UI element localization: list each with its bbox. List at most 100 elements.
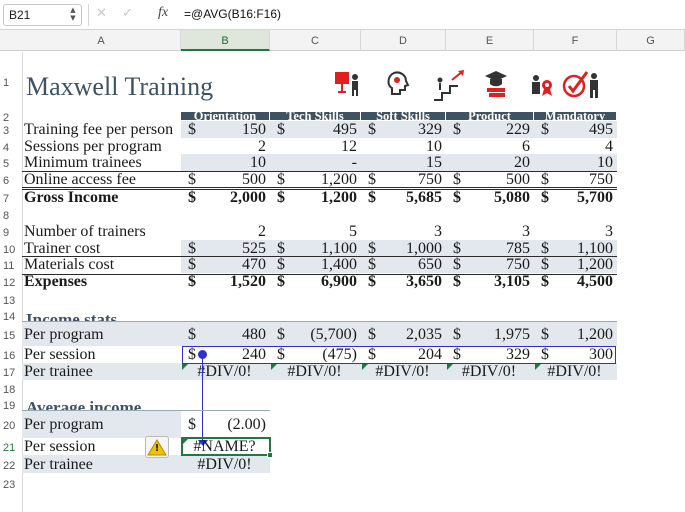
value-cell: 3 [522,223,530,240]
row-label: Training fee per person [24,121,174,138]
underline [22,189,617,190]
value-cell: 1,520 [230,273,266,290]
row-header-13[interactable]: 13 [0,290,22,309]
name-box-stepper-icon[interactable]: ▲ ▼ [68,6,78,24]
value-cell: 5,080 [494,189,530,206]
selected-cell-b21[interactable] [181,437,271,456]
row-header-22[interactable]: 22 [0,455,22,473]
value-cell: 6,900 [321,273,357,290]
row-header-18[interactable]: 18 [0,380,22,397]
error-indicator-icon [182,364,188,370]
value-cell: 10 [426,138,442,155]
value-cell: 1,975 [494,326,530,343]
value-cell: #DIV/0! [287,363,342,380]
program-header: Orientation [181,110,269,122]
row-header-10[interactable]: 10 [0,240,22,256]
error-warning-button[interactable]: ! [145,436,169,458]
insert-function-button[interactable]: fx [158,5,168,21]
value-cell: #DIV/0! [197,456,252,473]
fill-handle[interactable] [267,452,273,458]
value-cell: - [351,154,357,171]
value-cell: #DIV/0! [461,363,517,380]
row-header-8[interactable]: 8 [0,207,22,222]
row-header-5[interactable]: 5 [0,154,22,171]
row-header-11[interactable]: 11 [0,256,22,273]
value-cell: 1,100 [577,240,613,257]
value-cell: 480 [242,326,266,343]
error-indicator-icon [535,364,541,370]
value-cell: 12 [341,138,357,155]
value-cell: 1,400 [321,256,357,273]
value-cell: 20 [514,154,530,171]
value-cell: (2.00) [227,416,266,433]
row-label: Per program [24,416,104,433]
column-header-b[interactable]: B [181,30,270,51]
value-cell: 500 [242,171,266,188]
program-header: Product [446,110,533,122]
value-cell: #DIV/0! [547,363,602,380]
divider [88,4,89,26]
cell-reference: B21 [9,8,31,22]
value-cell: 785 [506,240,530,257]
cancel-icon[interactable]: ✕ [96,6,107,21]
value-cell: 3 [605,223,613,240]
idea-head-icon [384,68,412,103]
value-cell: 525 [242,240,266,257]
value-cell: 15 [426,154,442,171]
row-header-4[interactable]: 4 [0,138,22,154]
row-label: Per program [24,326,104,343]
row-label: Per trainee [24,456,93,473]
value-cell: 10 [597,154,613,171]
row-header-7[interactable]: 7 [0,188,22,207]
warning-glyph: ! [154,443,160,454]
formula-bar: B21 ▲ ▼ ✕ ✓ fx =@AVG(B16:F16) [0,0,685,30]
column-header-c[interactable]: C [270,30,361,51]
row-header-3[interactable]: 3 [0,121,22,138]
column-header-f[interactable]: F [534,30,617,51]
row-header-12[interactable]: 12 [0,273,22,290]
row-header-6[interactable]: 6 [0,171,22,188]
column-header-d[interactable]: D [361,30,446,51]
column-header-bar: ABCDEFG [0,30,685,51]
value-cell: (5,700) [310,326,357,343]
row-header-19[interactable]: 19 [0,397,22,412]
row-header-20[interactable]: 20 [0,411,22,438]
career-stairs-icon [432,68,468,107]
row-header-16[interactable]: 16 [0,346,22,363]
row-label: Per session [24,438,96,455]
row-label: Online access fee [24,171,136,188]
value-cell: 329 [418,121,442,138]
program-header: Mandatory [534,110,616,122]
checkmark-person-icon [562,68,606,105]
value-cell: 500 [506,171,530,188]
value-cell: 4,500 [577,273,613,290]
row-header-1[interactable]: 1 [0,52,22,111]
presenter-icon [333,68,363,103]
formula-input[interactable]: =@AVG(B16:F16) [184,7,281,21]
row-header-15[interactable]: 15 [0,322,22,346]
value-cell: 5,700 [577,189,613,206]
row-label: Expenses [24,273,88,290]
row-label: Gross Income [24,189,119,206]
value-cell: 2 [258,223,266,240]
error-indicator-icon [362,364,368,370]
value-cell: #DIV/0! [197,363,252,380]
underline [22,256,617,257]
underline [22,187,617,188]
row-header-21[interactable]: 21 [0,438,22,455]
row-header-17[interactable]: 17 [0,363,22,380]
value-cell: 1,100 [321,240,357,257]
column-header-e[interactable]: E [446,30,534,51]
value-cell: 650 [418,256,442,273]
column-header-a[interactable]: A [22,30,181,51]
row-header-14[interactable]: 14 [0,309,22,323]
confirm-icon[interactable]: ✓ [122,6,133,21]
row-header-9[interactable]: 9 [0,222,22,240]
row-header-23[interactable]: 23 [0,473,22,494]
column-header-g[interactable]: G [617,30,685,51]
underline [22,274,617,275]
row-header-2[interactable]: 2 [0,111,22,124]
value-cell: 1,200 [577,326,613,343]
value-cell: 1,200 [321,171,357,188]
value-cell: 5,685 [406,189,442,206]
